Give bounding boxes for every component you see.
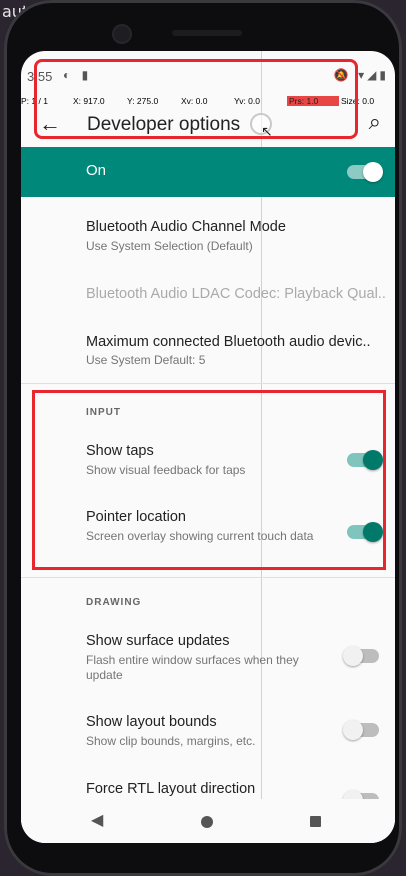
front-camera [114, 26, 130, 42]
navigation-bar: ◀ [21, 799, 395, 843]
master-toggle[interactable] [347, 162, 383, 182]
section-divider [21, 577, 395, 578]
setting-subtitle: Use System Default: 5 [86, 353, 206, 367]
section-divider [21, 383, 395, 384]
master-switch-label: On [86, 162, 107, 179]
surface-updates-toggle[interactable] [343, 646, 379, 666]
highlight-box-input-section [32, 390, 386, 570]
highlight-box-pointer-info [34, 59, 358, 139]
setting-subtitle: Flash entire window surfaces when they u… [86, 653, 299, 682]
setting-subtitle: Use System Selection (Default) [86, 239, 253, 253]
setting-subtitle: Show clip bounds, margins, etc. [86, 734, 256, 748]
nav-recents-icon[interactable] [310, 816, 321, 827]
section-header-drawing: DRAWING [86, 597, 142, 608]
setting-title[interactable]: Show layout bounds [86, 714, 217, 730]
layout-bounds-toggle[interactable] [343, 720, 379, 740]
nav-home-icon[interactable] [201, 816, 213, 828]
setting-title[interactable]: Force RTL layout direction [86, 781, 255, 797]
search-icon[interactable]: ⌕ [369, 109, 381, 135]
setting-title[interactable]: Bluetooth Audio Channel Mode [86, 219, 286, 235]
master-switch-bar[interactable]: On [21, 147, 395, 197]
nav-back-icon[interactable]: ◀ [91, 810, 103, 830]
setting-title[interactable]: Maximum connected Bluetooth audio devic.… [86, 334, 371, 350]
setting-title-disabled: Bluetooth Audio LDAC Codec: Playback Qua… [86, 286, 386, 302]
setting-title[interactable]: Show surface updates [86, 633, 229, 649]
earpiece-speaker [172, 30, 242, 36]
